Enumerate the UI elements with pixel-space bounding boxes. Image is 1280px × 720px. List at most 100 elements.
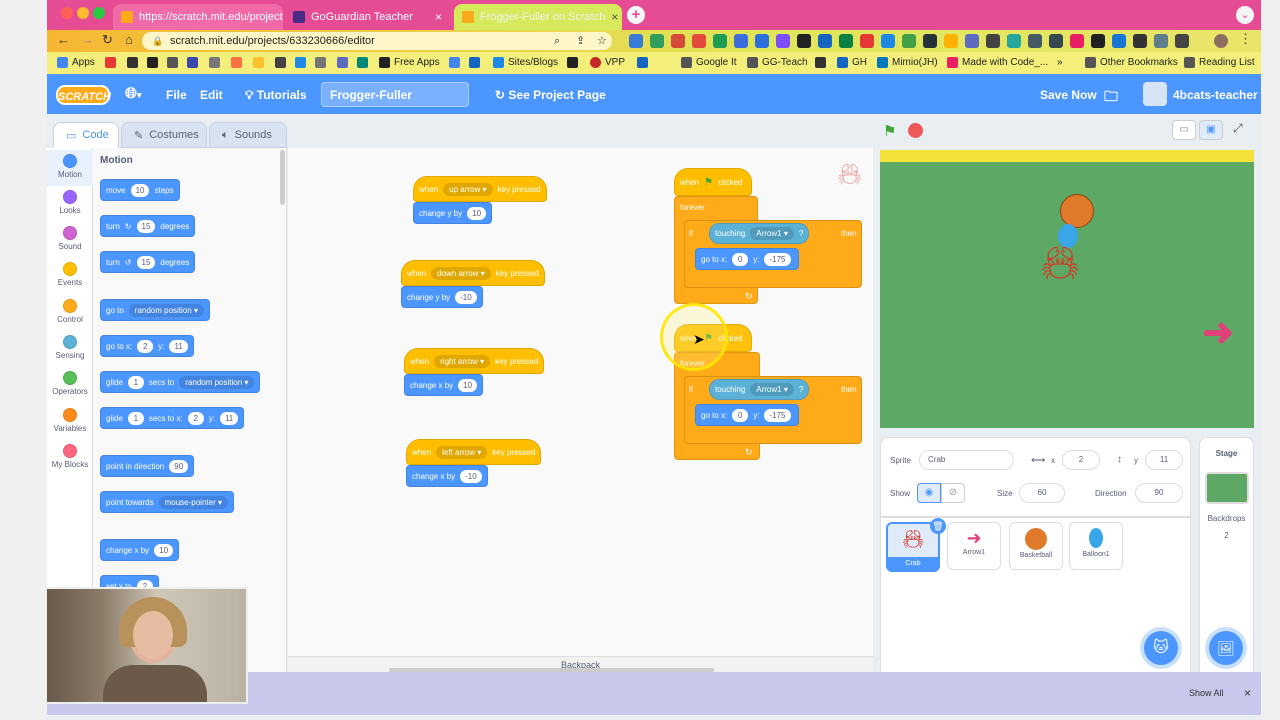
minimize-window-icon[interactable]	[77, 7, 89, 19]
block-dropdown[interactable]: down arrow ▾	[431, 266, 491, 280]
extension-icon[interactable]	[1112, 34, 1126, 48]
bookmark-vpp[interactable]: VPP	[590, 57, 625, 68]
block-glide-random[interactable]: glide 1 secs to random position ▾	[100, 371, 261, 393]
bookmark-icon-only[interactable]	[105, 57, 116, 68]
bookmark-gg-teach[interactable]: GG-Teach	[747, 57, 808, 68]
arrow-sprite[interactable]: ➜	[1202, 310, 1234, 355]
block-dropdown[interactable]: random position ▾	[179, 375, 255, 389]
project-title-input[interactable]: Frogger-Fuller	[321, 82, 469, 107]
block-input[interactable]: -175	[764, 252, 791, 266]
extension-icon[interactable]	[902, 34, 916, 48]
block-when-key-left[interactable]: when left arrow ▾ key pressed	[406, 439, 542, 465]
back-icon[interactable]: ←	[57, 32, 70, 47]
bookmark-reading-list[interactable]: Reading List	[1184, 57, 1255, 68]
block-point-towards[interactable]: point towards mouse-pointer ▾	[100, 491, 234, 513]
edit-menu[interactable]: Edit	[200, 88, 223, 102]
bookmark-icon-only[interactable]	[637, 57, 648, 68]
tab-frogger[interactable]: Frogger-Fuller on Scratch ×	[454, 4, 622, 30]
block-go-to-xy[interactable]: go to x: 0 y: -175	[695, 248, 799, 270]
block-turn-left[interactable]: turn ↺ 15 degrees	[100, 251, 196, 273]
block-dropdown[interactable]: random position ▾	[128, 303, 204, 317]
block-input[interactable]: 10	[467, 206, 487, 220]
close-icon[interactable]: ×	[1244, 686, 1251, 700]
block-change-x[interactable]: change x by -10	[406, 465, 488, 487]
block-input[interactable]: -175	[764, 408, 791, 422]
block-dropdown[interactable]: up arrow ▾	[443, 182, 493, 196]
sprite-thumb-arrow1[interactable]: ➜ Arrow1	[947, 522, 1001, 570]
share-icon[interactable]: ⇪	[576, 32, 585, 50]
category-variables[interactable]: Variables	[47, 404, 93, 440]
block-change-x[interactable]: change x by 10	[404, 374, 484, 396]
block-input[interactable]: -10	[460, 469, 482, 483]
bookmark-icon-only[interactable]	[315, 57, 326, 68]
tutorials-button[interactable]: 💡︎ Tutorials	[245, 88, 307, 103]
extension-icon[interactable]	[1154, 34, 1168, 48]
block-input[interactable]: 2	[137, 339, 154, 353]
block-input[interactable]: 2	[187, 411, 204, 425]
block-input[interactable]: -10	[455, 290, 477, 304]
block-touching[interactable]: touching Arrow1 ▾?	[709, 223, 810, 244]
bookmark-gh[interactable]: GH	[837, 57, 867, 68]
bookmark-icon-only[interactable]	[275, 57, 286, 68]
bookmark-icon-only[interactable]	[167, 57, 178, 68]
sprite-thumb-balloon1[interactable]: Balloon1	[1069, 522, 1123, 570]
block-dropdown[interactable]: left arrow ▾	[436, 445, 488, 459]
block-change-y[interactable]: change y by -10	[401, 286, 483, 308]
block-dropdown[interactable]: right arrow ▾	[434, 354, 491, 368]
bookmark-icon-only[interactable]	[187, 57, 198, 68]
block-go-to[interactable]: go to random position ▾	[100, 299, 210, 321]
tab-close-icon[interactable]: ×	[611, 10, 618, 24]
block-input[interactable]: 11	[169, 339, 188, 353]
add-backdrop-button[interactable]: 🖼︎	[1209, 631, 1243, 665]
home-icon[interactable]: ⌂	[125, 32, 133, 47]
code-workspace[interactable]: 🦀︎ when up arrow ▾ key pressed change y by…	[288, 148, 1095, 673]
extension-icon[interactable]	[881, 34, 895, 48]
bookmark-icon-only[interactable]	[295, 57, 306, 68]
category-motion[interactable]: Motion	[47, 150, 93, 186]
block-when-key-up[interactable]: when up arrow ▾ key pressed	[413, 176, 547, 202]
file-menu[interactable]: File	[166, 88, 187, 102]
bookmark-icon-only[interactable]	[253, 57, 264, 68]
extension-icon[interactable]	[965, 34, 979, 48]
sprite-thumb-crab[interactable]: 🦀︎ Crab 🗑	[886, 518, 946, 572]
extension-icon[interactable]	[671, 34, 685, 48]
bookmark-icon-only[interactable]	[127, 57, 138, 68]
block-turn-right[interactable]: turn ↻ 15 degrees	[100, 215, 196, 237]
extension-icon[interactable]	[629, 34, 643, 48]
block-input[interactable]: 10	[458, 378, 478, 392]
block-when-key-down[interactable]: when down arrow ▾ key pressed	[401, 260, 545, 286]
sprite-thumb-basketball[interactable]: Basketball	[1009, 522, 1063, 570]
y-input[interactable]: 11	[1145, 450, 1183, 470]
more-icon[interactable]: ⋮	[1239, 31, 1252, 47]
category-control[interactable]: Control	[47, 295, 93, 331]
extension-icon[interactable]	[713, 34, 727, 48]
bookmark-icon-only[interactable]	[231, 57, 242, 68]
new-tab-button[interactable]: +	[627, 6, 645, 24]
tab-scratch[interactable]: https://scratch.mit.edu/projects ×	[113, 4, 283, 30]
url-field[interactable]: 🔒 scratch.mit.edu/projects/633230666/edi…	[142, 32, 612, 50]
extension-icon[interactable]	[839, 34, 853, 48]
bookmarks-overflow[interactable]: »	[1057, 57, 1063, 68]
block-when-key-right[interactable]: when right arrow ▾ key pressed	[404, 348, 545, 374]
block-go-to-xy[interactable]: go to x: 0 y: -175	[695, 404, 799, 426]
show-visible-icon[interactable]: ◉	[917, 483, 941, 503]
add-sprite-button[interactable]: 🐱︎	[1144, 631, 1178, 665]
close-window-icon[interactable]	[61, 7, 73, 19]
folder-icon[interactable]: 🗀	[1104, 86, 1118, 110]
block-dropdown[interactable]: mouse-pointer ▾	[158, 495, 228, 509]
extension-icon[interactable]	[755, 34, 769, 48]
block-move[interactable]: move 10 steps	[100, 179, 180, 201]
bookmark-free-apps[interactable]: Free Apps	[379, 57, 440, 68]
save-now-button[interactable]: Save Now	[1040, 88, 1097, 102]
tab-goguardian[interactable]: GoGuardian Teacher ×	[285, 4, 450, 30]
extension-icon[interactable]	[860, 34, 874, 48]
stage-thumbnail[interactable]	[1204, 472, 1249, 504]
category-sound[interactable]: Sound	[47, 222, 93, 258]
bookmark-apps[interactable]: Apps	[57, 57, 95, 68]
extension-icon[interactable]	[692, 34, 706, 48]
bookmark-icon-only[interactable]	[337, 57, 348, 68]
bookmark-icon-only[interactable]	[357, 57, 368, 68]
delete-sprite-icon[interactable]: 🗑	[930, 518, 946, 534]
star-icon[interactable]: ☆	[597, 32, 607, 50]
block-change-x[interactable]: change x by 10	[100, 539, 180, 561]
